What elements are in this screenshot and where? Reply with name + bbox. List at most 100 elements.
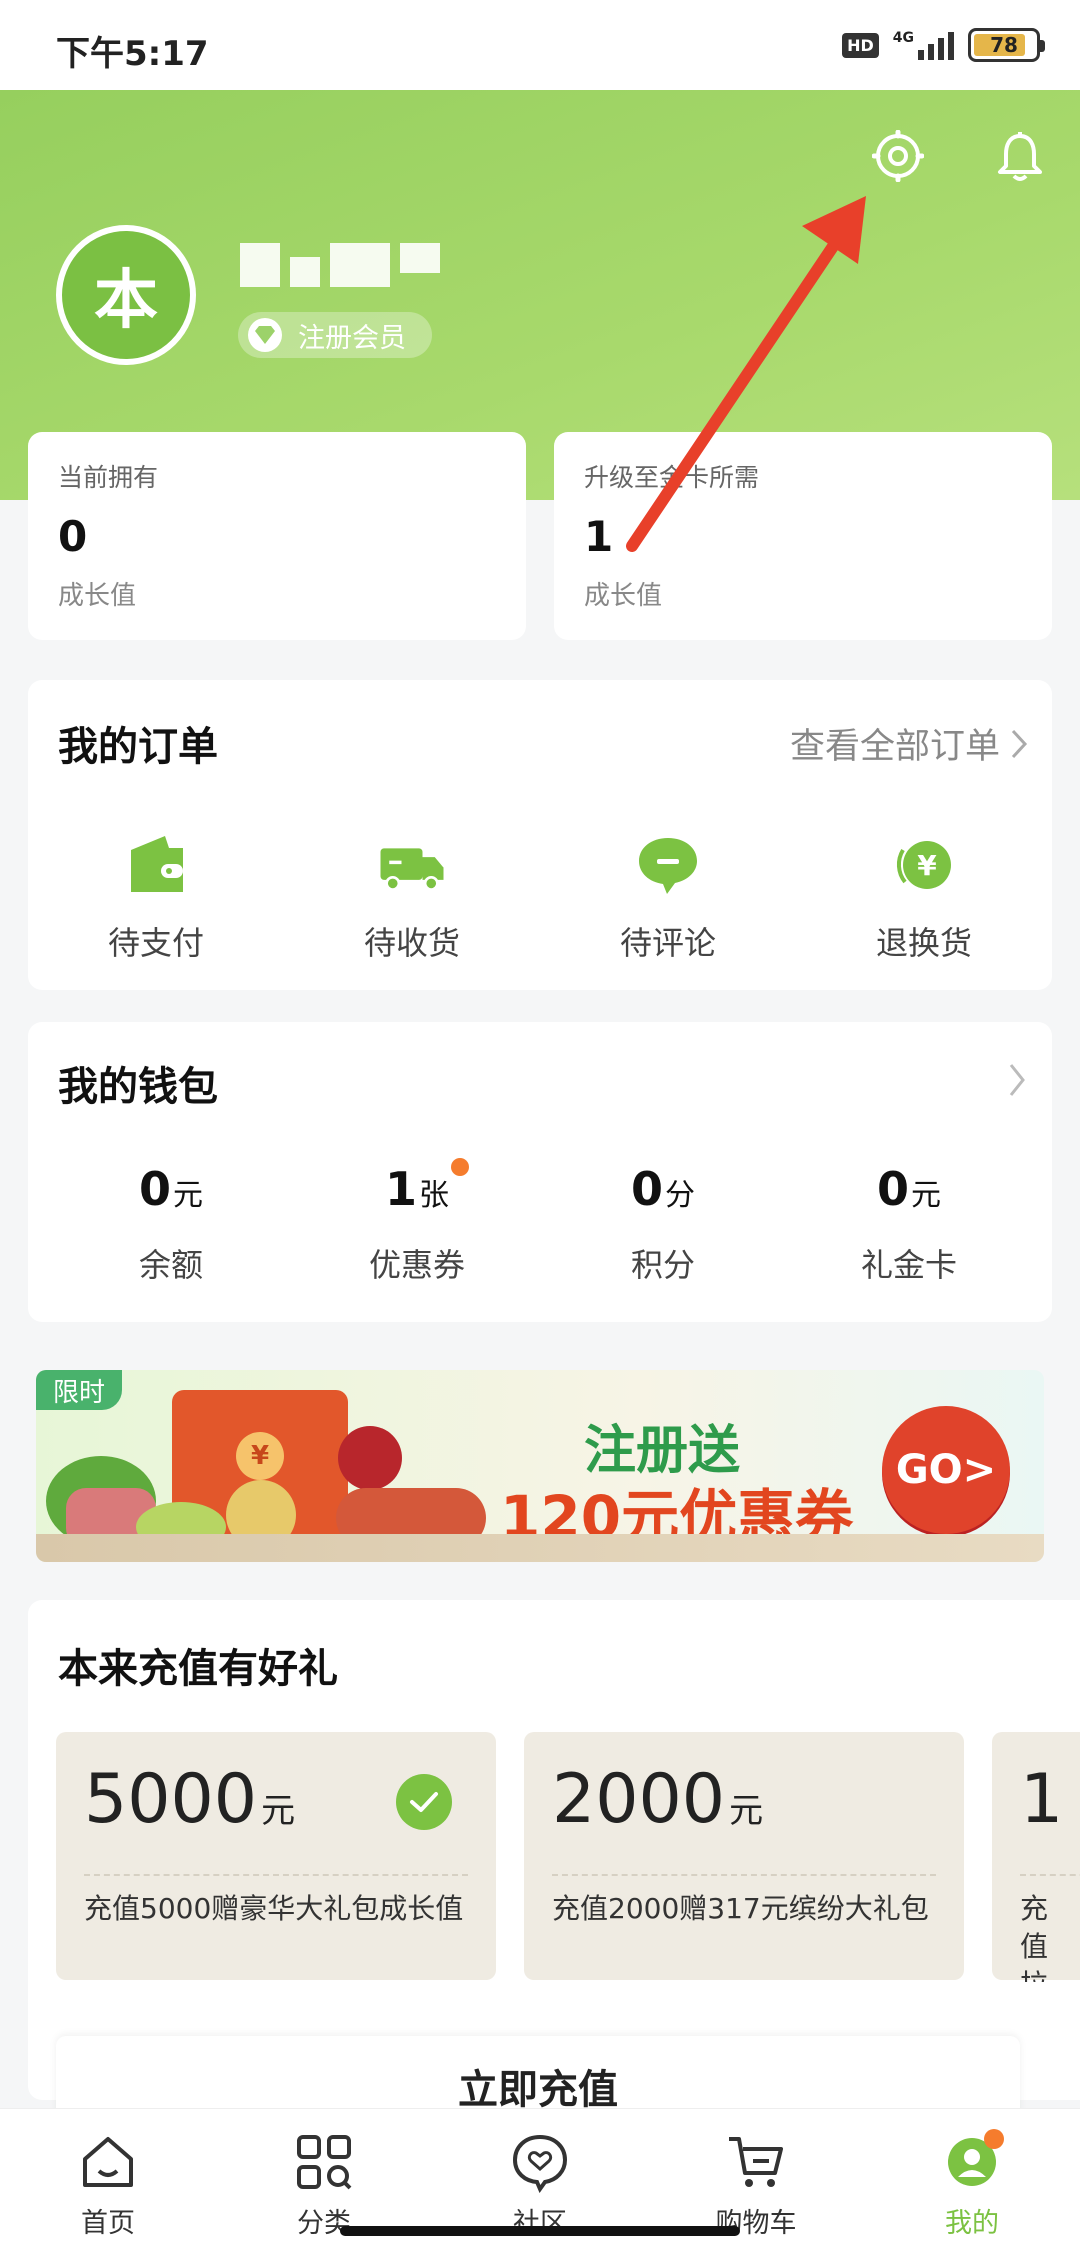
order-pending-payment-label: 待支付 [107,924,204,962]
truck-icon [380,848,444,891]
promo-banner[interactable]: 限时 ¥ 注册送 120元优惠券 GO> [36,1370,1044,1562]
member-level-label: 注册会员 [298,322,406,354]
order-returns[interactable]: ¥ 退换货 [796,830,1052,964]
recharge-carousel[interactable]: 5000 元 充值5000赠豪华大礼包成长值 2000 元 充值2000赠317元缤… [56,1732,1080,1982]
recharge-amount-unit: 元 [261,1791,296,1831]
recharge-desc: 充值拉 [1020,1892,1049,1982]
wallet-balance[interactable]: 0元 余额 [48,1162,294,1286]
growth-upgrade-card[interactable]: 升级至金卡所需 1 成长值 [554,432,1052,640]
wallet-balance-value-wrap: 0元 [139,1162,203,1216]
hd-icon: HD [842,32,879,58]
tab-home-label: 首页 [81,2208,135,2239]
wallet-title: 我的钱包 [58,1064,218,1110]
chevron-right-icon [1011,729,1028,758]
home-indicator[interactable] [340,2226,740,2236]
recharge-card-partial[interactable]: 1 充值拉 [992,1732,1080,1982]
order-pending-review[interactable]: 待评论 [540,830,796,964]
growth-current-card[interactable]: 当前拥有 0 成长值 [28,432,526,640]
battery-level: 78 [990,33,1018,57]
banner-go-button[interactable]: GO> [882,1406,1010,1534]
network-type: 4G [892,30,914,46]
refund-icon: ¥ [896,841,951,889]
wallet-gift-card[interactable]: 0元 礼金卡 [786,1162,1032,1286]
pomegranate-illustration [338,1426,402,1490]
recharge-desc: 充值5000赠豪华大礼包成长值 [84,1892,464,1925]
my-orders-card: 我的订单 查看全部订单 待支付 待收货 待评论 ¥ 退换货 [28,680,1052,990]
tab-profile-label: 我的 [945,2208,999,2239]
growth-upgrade-value: 1 [584,512,614,561]
order-pending-delivery[interactable]: 待收货 [284,830,540,964]
wallet-points-label: 积分 [630,1246,695,1284]
wallet-coupons-label: 优惠券 [368,1246,465,1284]
recharge-desc: 充值2000赠317元缤纷大礼包 [552,1892,929,1925]
divider [1020,1874,1080,1876]
check-icon [396,1774,452,1830]
wallet-balance-label: 余额 [138,1246,203,1284]
view-all-orders-label: 查看全部订单 [789,727,1000,767]
chevron-right-icon[interactable] [1008,1062,1026,1098]
diamond-icon [248,318,282,352]
wallet-gift-card-value: 0 [876,1162,909,1216]
wallet-gift-card-unit: 元 [911,1178,941,1213]
wallet-points-unit: 分 [665,1178,695,1213]
order-pending-review-label: 待评论 [619,924,716,962]
recharge-card-5000[interactable]: 5000 元 充值5000赠豪华大礼包成长值 [56,1732,496,1980]
status-time: 下午5:17 [56,34,209,74]
wallet-balance-value: 0 [138,1162,171,1216]
yuan-seal: ¥ [236,1432,284,1480]
growth-upgrade-label: 升级至金卡所需 [584,463,760,492]
recharge-amount: 5000 元 [84,1760,295,1839]
recharge-amount-value: 2000 [552,1760,726,1839]
wallet-points-value: 0 [630,1162,663,1216]
cart-icon [729,2137,783,2187]
wallet-gift-card-label: 礼金卡 [860,1246,957,1284]
wallet-points-value-wrap: 0分 [631,1162,695,1216]
recharge-amount: 2000 元 [552,1760,763,1839]
growth-current-unit: 成长值 [58,581,137,611]
wallet-coupons-value: 1 [384,1162,417,1216]
category-icon [297,2135,352,2190]
divider [84,1874,468,1876]
recharge-card-2000[interactable]: 2000 元 充值2000赠317元缤纷大礼包 [524,1732,964,1980]
recharge-title: 本来充值有好礼 [58,1646,338,1692]
avatar-initial: 本 [94,264,158,338]
signal-icon: 4G [893,30,954,60]
notification-dot [984,2129,1004,2149]
recharge-section: 本来充值有好礼 5000 元 充值5000赠豪华大礼包成长值 2000 元 充值20… [28,1600,1080,2136]
limited-time-tag: 限时 [36,1370,122,1410]
avatar[interactable]: 本 [56,225,196,365]
wallet-coupons[interactable]: 1张 优惠券 [294,1158,540,1286]
status-bar: 下午5:17 HD 4G 78 [0,0,1080,90]
recharge-amount-unit: 元 [729,1791,764,1831]
wallet-coupons-unit: 张 [419,1178,449,1213]
community-icon [512,2134,568,2193]
order-pending-payment[interactable]: 待支付 [28,830,284,964]
svg-text:¥: ¥ [917,849,937,882]
member-level-badge[interactable]: 注册会员 [238,312,432,358]
tab-profile[interactable]: 我的 [864,2109,1080,2248]
settings-icon[interactable] [872,130,924,182]
orders-title: 我的订单 [58,724,218,770]
tab-home[interactable]: 首页 [0,2109,216,2248]
wallet-gift-card-value-wrap: 0元 [877,1162,941,1216]
comment-icon [639,838,697,894]
bell-icon[interactable] [994,130,1046,182]
wallet-coupons-value-wrap: 1张 [384,1158,469,1216]
order-pending-delivery-label: 待收货 [363,924,460,962]
banner-floor [36,1534,1044,1562]
view-all-orders-link[interactable]: 查看全部订单 [790,718,1028,769]
username-redacted [240,243,440,287]
order-returns-label: 退换货 [875,924,972,962]
home-icon [83,2137,133,2187]
battery-icon: 78 [968,28,1045,62]
wallet-balance-unit: 元 [173,1178,203,1213]
growth-current-label: 当前拥有 [58,463,159,492]
my-wallet-card[interactable]: 我的钱包 0元 余额 1张 优惠券 0分 积分 0元 礼金卡 [28,1022,1052,1322]
recharge-amount: 1 [1020,1760,1063,1839]
recharge-amount-value: 1 [1020,1760,1064,1839]
growth-current-value: 0 [58,512,88,561]
status-indicators: HD 4G 78 [842,28,1045,62]
growth-upgrade-unit: 成长值 [584,581,663,611]
wallet-points[interactable]: 0分 积分 [540,1162,786,1286]
recharge-amount-value: 5000 [84,1760,258,1839]
